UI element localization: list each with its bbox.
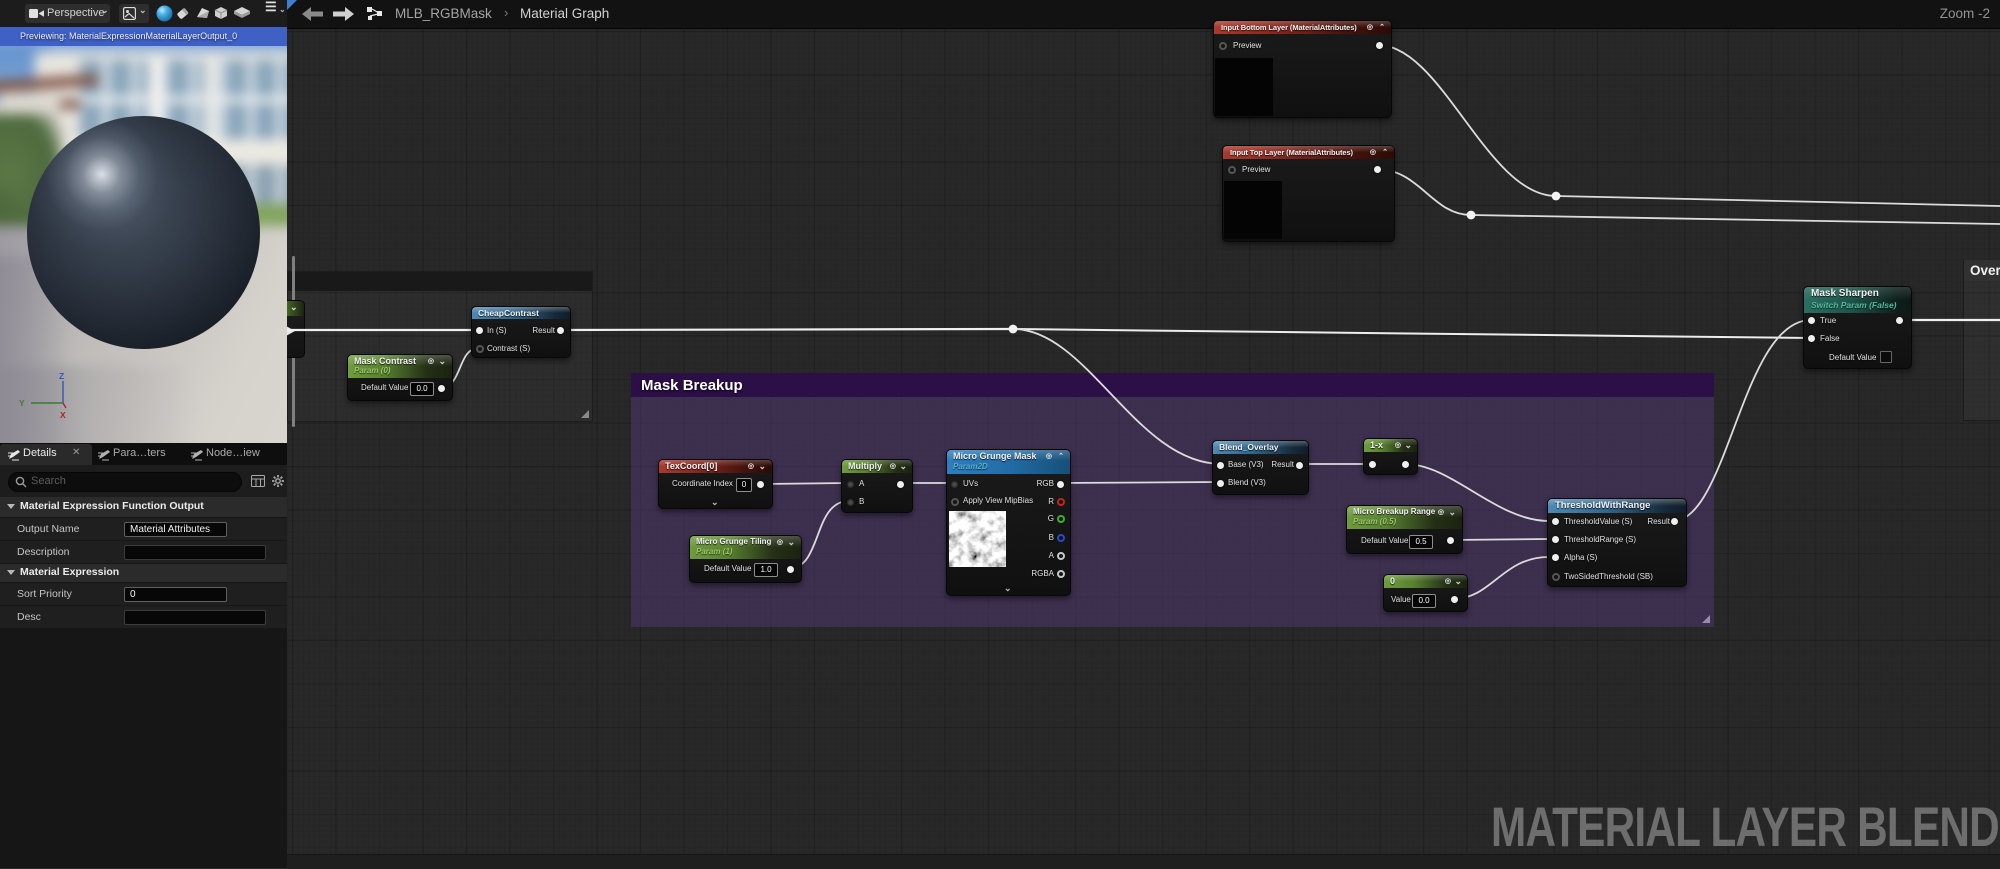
svg-text:Z: Z bbox=[59, 371, 64, 381]
svg-text:Y: Y bbox=[19, 398, 25, 408]
svg-text:X: X bbox=[60, 410, 66, 420]
